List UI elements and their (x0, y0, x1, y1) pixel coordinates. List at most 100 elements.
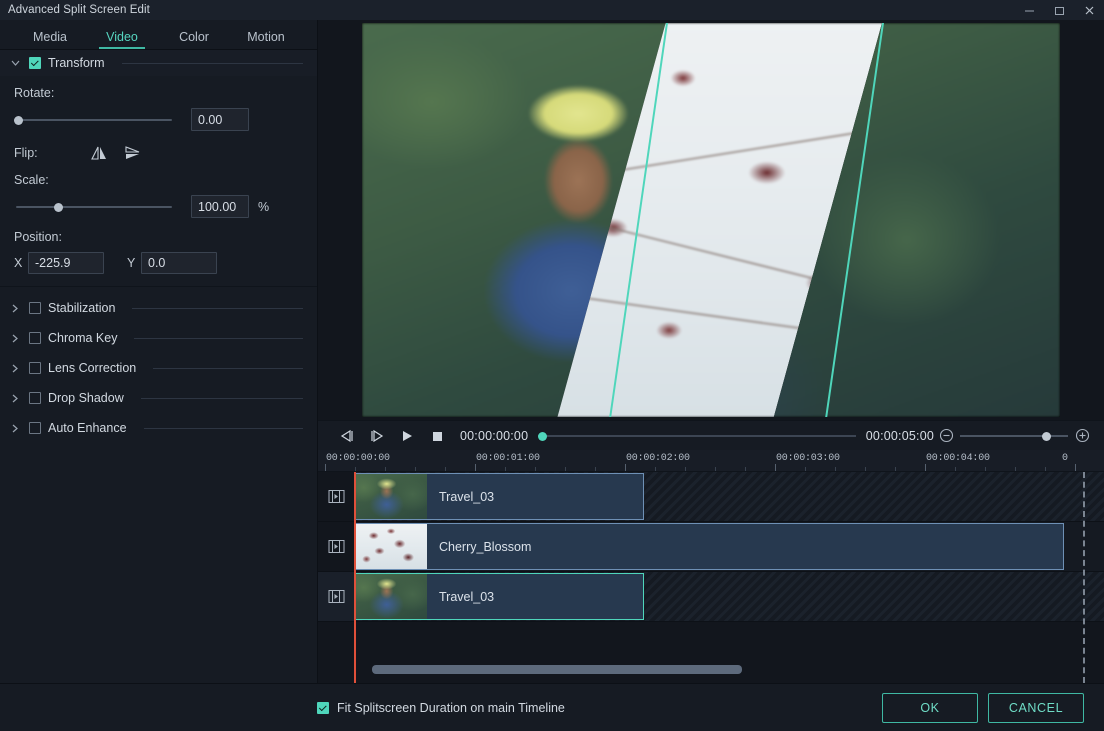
ok-button[interactable]: OK (882, 692, 978, 723)
clip-name: Travel_03 (439, 589, 495, 604)
position-y-input[interactable]: 0.0 (141, 252, 217, 274)
timeline-tracks: Travel_03 Cherry_Blossom Travel_03 (318, 472, 1104, 683)
flip-vertical-icon[interactable] (120, 143, 146, 163)
advanced-split-screen-edit-window: Advanced Split Screen Edit Media Video C… (0, 0, 1104, 731)
scale-slider-track (16, 205, 172, 208)
lens-correction-checkbox[interactable] (29, 362, 41, 374)
sidebar-item-stabilization[interactable]: Stabilization (0, 293, 317, 323)
rotate-value-input[interactable]: 0.00 (191, 108, 249, 131)
track-header-2[interactable] (318, 522, 354, 572)
track-headers (318, 472, 354, 683)
rotate-slider-knob[interactable] (14, 115, 23, 125)
chevron-right-icon[interactable] (8, 364, 22, 373)
chevron-down-icon[interactable] (8, 60, 22, 66)
chevron-right-icon[interactable] (8, 424, 22, 433)
position-x-label: X (14, 256, 23, 270)
fit-splitscreen-option[interactable]: Fit Splitscreen Duration on main Timelin… (317, 701, 565, 715)
rotate-slider-track (16, 118, 172, 121)
scrubber-handle[interactable] (538, 431, 548, 441)
main-body: Media Video Color Motion Transform Rotat… (0, 20, 1104, 683)
table-row[interactable]: Travel_03 (354, 573, 644, 620)
section-divider (132, 307, 303, 309)
ruler-tick-label: 00:00:00:00 (326, 453, 390, 464)
chevron-right-icon[interactable] (8, 334, 22, 343)
minimize-icon[interactable] (1014, 0, 1044, 20)
sidebar-item-auto-enhance[interactable]: Auto Enhance (0, 413, 317, 443)
track-lane-1[interactable]: Travel_03 (354, 472, 1104, 522)
rotate-group: Rotate: 0.00 (0, 86, 317, 131)
playhead[interactable] (354, 472, 356, 683)
track-header-1[interactable] (318, 472, 354, 522)
next-frame-icon[interactable] (362, 424, 392, 448)
zoom-out-icon[interactable] (934, 424, 958, 448)
fit-splitscreen-checkbox[interactable] (317, 701, 329, 714)
table-row[interactable]: Travel_03 (354, 473, 644, 520)
ruler-minor-tick (445, 467, 446, 471)
drop-shadow-checkbox[interactable] (29, 392, 41, 404)
ruler-minor-tick (655, 467, 656, 471)
stop-icon[interactable] (422, 424, 452, 448)
timeline-end-marker (1083, 472, 1085, 683)
split-screen-track-icon (328, 590, 344, 603)
section-divider (153, 367, 303, 369)
timeline-ruler[interactable]: 00:00:00:00 00:00:01:00 00:00:02:00 00:0… (318, 450, 1104, 472)
ruler-major-tick (475, 464, 476, 471)
zoom-in-icon[interactable] (1070, 424, 1094, 448)
ruler-minor-tick (565, 467, 566, 471)
zoom-slider[interactable] (958, 429, 1070, 443)
close-icon[interactable] (1074, 0, 1104, 20)
properties-panel: Media Video Color Motion Transform Rotat… (0, 20, 318, 683)
tab-color[interactable]: Color (158, 30, 230, 49)
scale-slider[interactable] (14, 200, 174, 214)
clip-name: Cherry_Blossom (439, 539, 532, 554)
sidebar-item-chroma-key[interactable]: Chroma Key (0, 323, 317, 353)
tab-video[interactable]: Video (86, 30, 158, 49)
auto-enhance-checkbox[interactable] (29, 422, 41, 434)
total-timecode: 00:00:05:00 (865, 428, 934, 443)
track-header-3[interactable] (318, 572, 354, 622)
ruler-major-tick (1075, 464, 1076, 471)
scale-slider-knob[interactable] (54, 202, 63, 212)
chevron-right-icon[interactable] (8, 304, 22, 313)
chroma-key-label: Chroma Key (48, 331, 118, 345)
stabilization-checkbox[interactable] (29, 302, 41, 314)
tab-media[interactable]: Media (14, 30, 86, 49)
sidebar-item-lens-correction[interactable]: Lens Correction (0, 353, 317, 383)
scale-value-input[interactable]: 100.00 (191, 195, 249, 218)
scrubber-track (538, 434, 856, 437)
previous-frame-icon[interactable] (332, 424, 362, 448)
timeline-horizontal-scrollbar[interactable] (372, 665, 742, 674)
ruler-major-tick (625, 464, 626, 471)
position-group: Position: X -225.9 Y 0.0 (0, 230, 317, 274)
current-timecode: 00:00:00:00 (460, 428, 529, 443)
chevron-right-icon[interactable] (8, 394, 22, 403)
split-screen-preview[interactable] (362, 23, 1060, 417)
rotate-slider[interactable] (14, 113, 174, 127)
auto-enhance-label: Auto Enhance (48, 421, 127, 435)
preview-area (318, 20, 1104, 420)
flip-horizontal-icon[interactable] (86, 143, 112, 163)
sidebar-item-drop-shadow[interactable]: Drop Shadow (0, 383, 317, 413)
flip-group: Flip: (0, 143, 317, 163)
dialog-footer: Fit Splitscreen Duration on main Timelin… (0, 683, 1104, 731)
timeline-scrollbar-area (354, 665, 1104, 675)
ruler-minor-tick (895, 467, 896, 471)
table-row[interactable]: Cherry_Blossom (354, 523, 1064, 570)
position-x-input[interactable]: -225.9 (28, 252, 104, 274)
chroma-key-checkbox[interactable] (29, 332, 41, 344)
ruler-minor-tick (865, 467, 866, 471)
transform-section-header[interactable]: Transform (0, 50, 317, 76)
transform-checkbox[interactable] (29, 57, 41, 69)
play-icon[interactable] (392, 424, 422, 448)
zoom-slider-knob[interactable] (1042, 431, 1051, 441)
ruler-minor-tick (835, 467, 836, 471)
tab-motion[interactable]: Motion (230, 30, 302, 49)
ruler-minor-tick (715, 467, 716, 471)
window-title: Advanced Split Screen Edit (8, 4, 150, 16)
preview-scrubber[interactable] (538, 429, 856, 443)
ruler-minor-tick (415, 467, 416, 471)
maximize-icon[interactable] (1044, 0, 1074, 20)
track-lane-2[interactable]: Cherry_Blossom (354, 522, 1104, 572)
cancel-button[interactable]: CANCEL (988, 692, 1084, 723)
track-lane-3[interactable]: Travel_03 (354, 572, 1104, 622)
